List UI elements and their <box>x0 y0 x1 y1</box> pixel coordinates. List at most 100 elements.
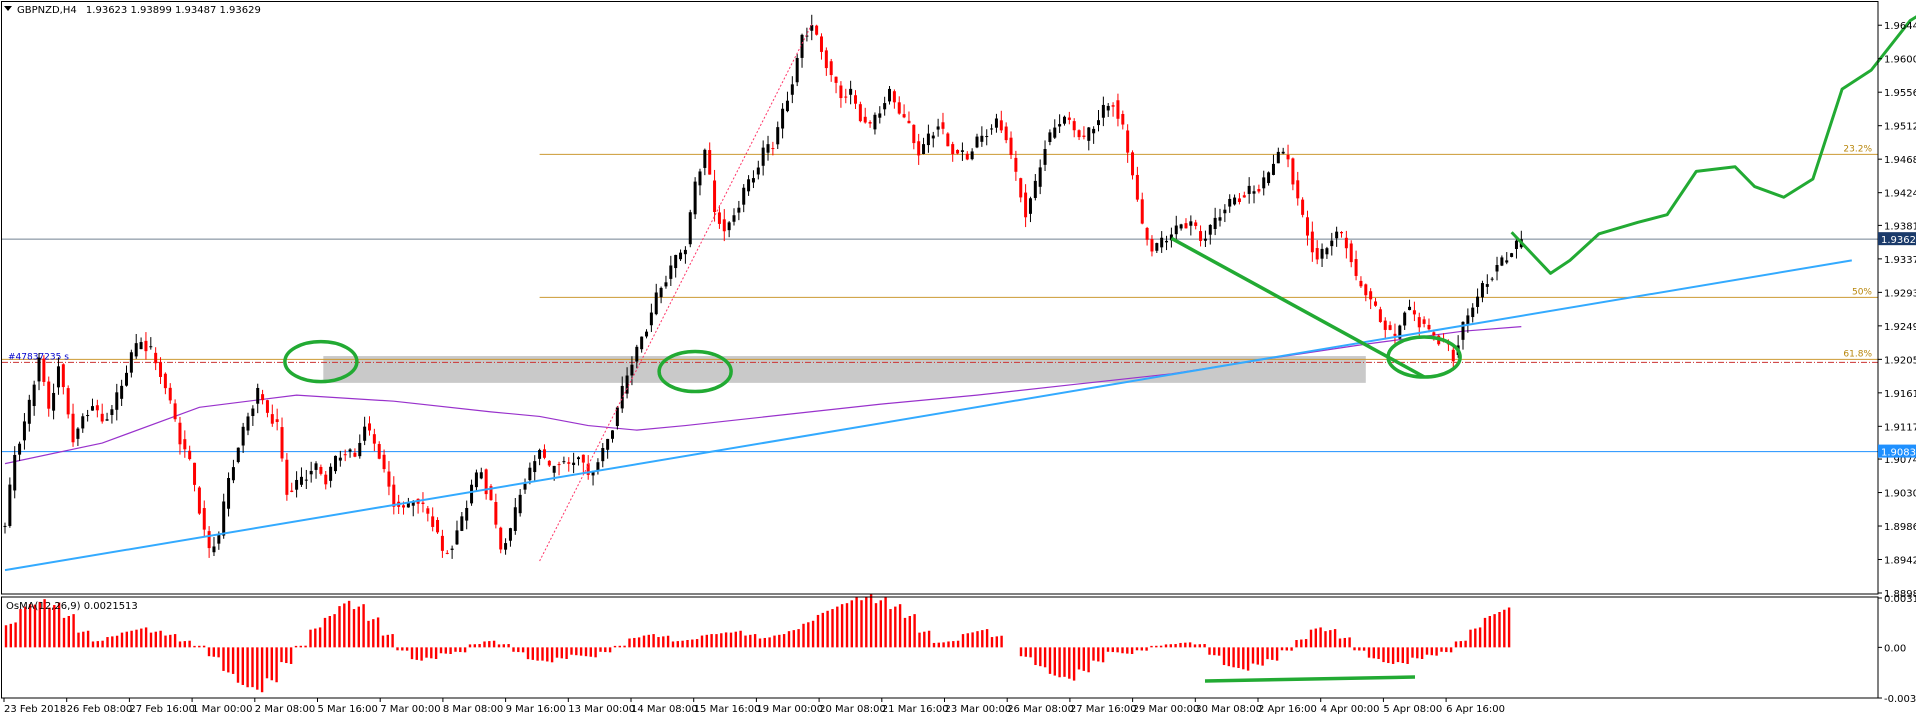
candle-bear <box>902 114 906 118</box>
time-tick-label: 1 Mar 00:00 <box>192 704 252 715</box>
price-tick-label: 1.95120 <box>1884 122 1916 133</box>
candle-bull <box>679 252 683 260</box>
candle-bull <box>256 387 260 404</box>
candle-bull <box>533 461 537 473</box>
candle-bear <box>154 352 158 364</box>
candle-bear <box>207 531 211 549</box>
candle-bull <box>1033 180 1037 198</box>
candle-bear <box>372 434 376 444</box>
candle-bull <box>1097 120 1100 126</box>
candle-bear <box>1121 113 1125 125</box>
candle-bull <box>781 108 785 129</box>
candle-bull <box>776 127 780 145</box>
candle-bull <box>1218 217 1222 221</box>
candle-bull <box>474 472 478 488</box>
candle-bull <box>528 467 532 481</box>
candle-bull <box>1476 296 1480 307</box>
symbol-label: GBPNZD,H4 <box>17 5 77 16</box>
candle-bear <box>178 422 182 445</box>
candle-bear <box>1237 198 1241 203</box>
candle-bear <box>319 466 323 474</box>
candle-bear <box>353 452 357 457</box>
candle-bear <box>168 387 172 401</box>
time-tick-label: 21 Mar 16:00 <box>882 704 949 715</box>
candle-bull <box>1320 248 1324 259</box>
candle-bear <box>863 116 867 123</box>
candle-bull <box>552 465 556 473</box>
candle-bull <box>654 292 658 315</box>
candle-bull <box>970 151 974 160</box>
candle-bear <box>1077 130 1081 138</box>
candle-bear <box>708 150 712 175</box>
candle-bull <box>37 357 41 382</box>
candle-bull <box>1087 127 1091 141</box>
candle-bear <box>547 460 551 466</box>
candle-bear <box>912 124 916 144</box>
candle-bull <box>1505 260 1509 263</box>
fib-level-label: 50% <box>1852 287 1872 297</box>
candle-bear <box>941 122 945 129</box>
candle-bull <box>1485 284 1489 287</box>
time-tick-label: 14 Mar 08:00 <box>631 704 698 715</box>
candle-bull <box>1490 278 1494 280</box>
time-tick-label: 2 Apr 16:00 <box>1258 704 1317 715</box>
candle-bull <box>1228 198 1232 207</box>
candle-bull <box>1208 224 1212 235</box>
candle-bear <box>440 535 444 551</box>
candle-bull <box>217 534 221 544</box>
candle-bull <box>1189 221 1193 226</box>
candle-bear <box>771 148 775 150</box>
candle-bear <box>431 516 435 527</box>
candle-bull <box>1106 105 1110 111</box>
candle-bull <box>1058 124 1062 127</box>
candle-bull <box>1213 217 1217 230</box>
candle-bull <box>1271 163 1275 175</box>
candle-bear <box>1242 195 1246 198</box>
candle-bull <box>698 171 702 186</box>
candle-bull <box>1330 240 1334 247</box>
candle-bear <box>202 508 206 530</box>
candle-bull <box>1267 172 1271 184</box>
candle-bull <box>13 454 17 491</box>
price-tick-label: 1.89860 <box>1884 522 1916 533</box>
candle-bear <box>275 419 279 423</box>
candle-bull <box>795 57 799 83</box>
candle-bear <box>1150 239 1154 252</box>
candle-bull <box>990 128 994 130</box>
ohlc-values: 1.93623 1.93899 1.93487 1.93629 <box>86 5 261 16</box>
candle-bear <box>1024 192 1028 218</box>
candle-bull <box>703 149 707 168</box>
candle-bull <box>1480 283 1484 298</box>
candle-bull <box>926 133 930 146</box>
candle-bear <box>999 120 1003 131</box>
candle-bull <box>139 342 143 350</box>
candle-bear <box>499 527 503 550</box>
candle-bull <box>649 312 653 326</box>
price-tick-label: 1.96440 <box>1884 21 1916 32</box>
candle-bear <box>1374 301 1378 306</box>
fib-level-label: 23.2% <box>1843 144 1872 154</box>
candle-bull <box>1203 238 1207 241</box>
candle-bear <box>965 153 969 160</box>
candle-bull <box>1062 116 1066 124</box>
candle-bull <box>1281 151 1285 154</box>
candle-bear <box>144 340 148 352</box>
candle-bear <box>1199 231 1203 241</box>
candle-bull <box>994 118 998 128</box>
time-tick-label: 6 Apr 16:00 <box>1446 704 1505 715</box>
candle-bear <box>47 381 51 409</box>
candle-bear <box>858 104 862 122</box>
candle-bear <box>1340 231 1343 234</box>
candle-bull <box>523 483 527 490</box>
candle-bear <box>1301 199 1305 215</box>
candle-bear <box>1296 180 1300 199</box>
candle-bear <box>1286 154 1290 160</box>
candle-bear <box>193 462 197 485</box>
candle-bear <box>1359 280 1363 287</box>
candle-bull <box>761 147 765 166</box>
candle-bear <box>445 552 449 554</box>
candle-bull <box>1155 243 1159 251</box>
candle-bear <box>824 50 828 69</box>
candle-bull <box>683 249 687 255</box>
candle-bull <box>931 135 935 139</box>
